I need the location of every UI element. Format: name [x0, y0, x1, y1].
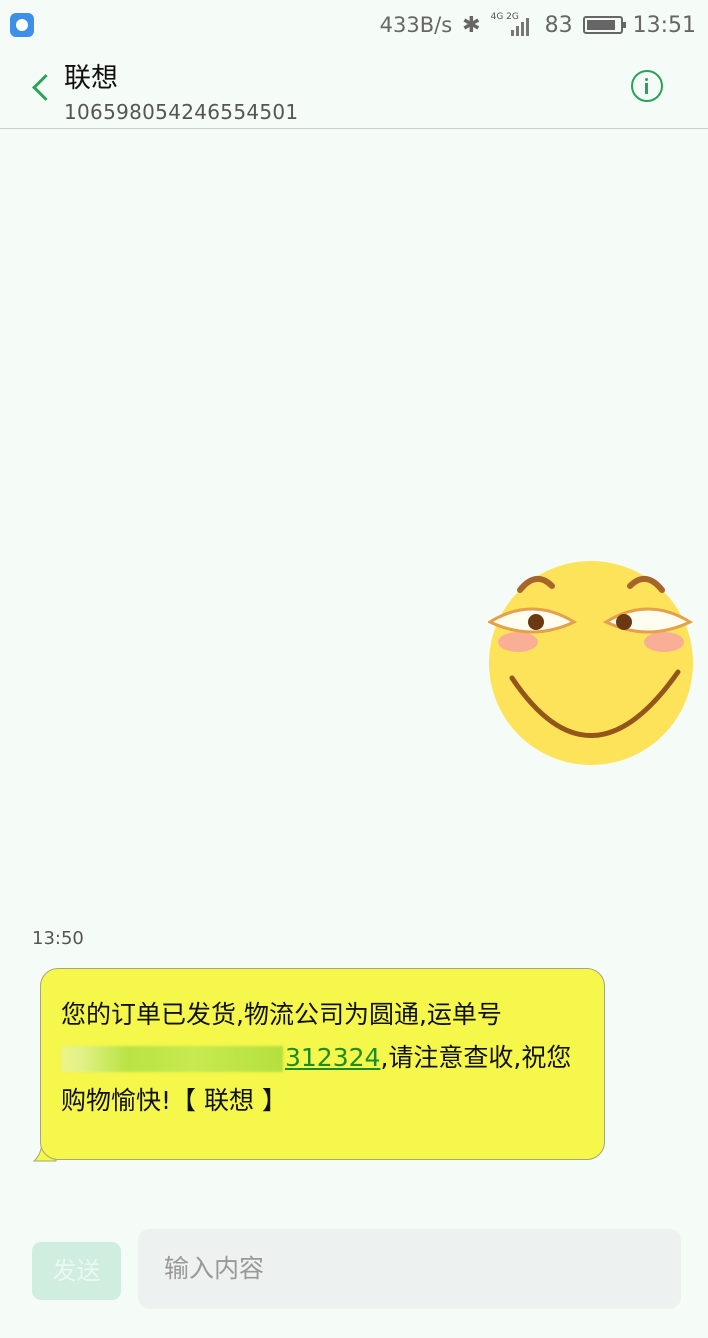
network-speed: 433B/s: [379, 13, 453, 37]
status-indicators: 433B/s ✱ 4G 2G 83 13:51: [380, 8, 696, 42]
tracking-number-link[interactable]: 312324: [285, 1043, 380, 1072]
message-line-2-rest: ,请注意查收,祝您: [380, 1043, 572, 1072]
message-input[interactable]: 输入内容: [138, 1229, 681, 1309]
message-line-3: 购物愉快!【 联想 】: [61, 1086, 287, 1115]
battery-icon: [582, 16, 626, 34]
message-line-2: 312324,请注意查收,祝您: [61, 1036, 584, 1079]
conversation-header: 联想 106598054246554501: [0, 50, 708, 129]
clock: 13:51: [632, 12, 696, 38]
signal-icon: 4G 2G: [491, 12, 535, 38]
battery-percent: 83: [544, 12, 573, 38]
message-timestamp: 13:50: [32, 928, 84, 949]
contact-name: 联想: [64, 63, 118, 94]
bluetooth-icon: ✱: [462, 12, 481, 38]
redacted-tracking-prefix: [61, 1046, 283, 1072]
status-bar: 433B/s ✱ 4G 2G 83 13:51: [0, 0, 708, 50]
info-icon[interactable]: [631, 70, 663, 102]
send-button[interactable]: 发送: [32, 1242, 121, 1300]
message-line-1: 您的订单已发货,物流公司为圆通,运单号: [61, 1000, 502, 1029]
back-arrow-icon[interactable]: [24, 70, 58, 110]
smirk-emoji-sticker: [488, 561, 694, 765]
message-bubble[interactable]: 您的订单已发货,物流公司为圆通,运单号 312324,请注意查收,祝您 购物愉快…: [40, 968, 605, 1160]
contact-number: 106598054246554501: [64, 100, 299, 124]
app-notification-icon: [10, 13, 34, 37]
